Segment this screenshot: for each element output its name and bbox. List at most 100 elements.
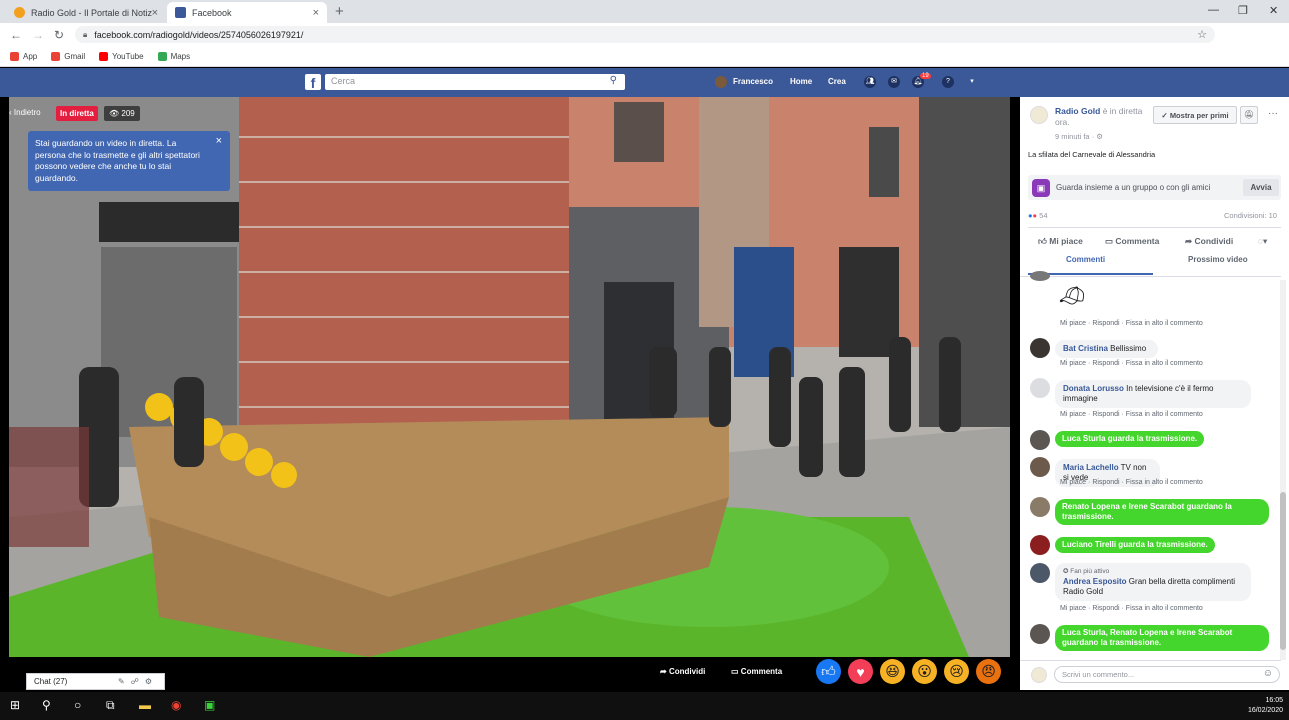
tab-facebook[interactable]: Facebook ×: [167, 2, 327, 23]
scrollbar-thumb[interactable]: [1280, 492, 1286, 650]
tab-next-video[interactable]: Prossimo video: [1188, 255, 1248, 264]
notification-toggle-icon[interactable]: 🔕︎: [1240, 106, 1258, 124]
share-arrow-icon: ➦: [1185, 236, 1193, 246]
search-input[interactable]: Cerca ⚲: [325, 74, 625, 90]
check-icon: ✓: [1161, 110, 1168, 120]
search-icon[interactable]: ⚲: [610, 75, 617, 86]
url-text: facebook.com/radiogold/videos/2574056026…: [94, 29, 304, 40]
forward-icon[interactable]: →: [32, 28, 44, 42]
bookmark-youtube[interactable]: YouTube: [99, 51, 144, 61]
reaction-summary[interactable]: ●● 54: [1028, 211, 1048, 220]
close-tooltip-icon[interactable]: ×: [216, 135, 222, 148]
see-first-button[interactable]: ✓ Mostra per primi: [1153, 106, 1237, 124]
more-options-icon[interactable]: ···: [1268, 108, 1278, 119]
reaction-picker-icon[interactable]: ◌▾: [1258, 236, 1267, 247]
page-avatar[interactable]: [1030, 106, 1048, 124]
windows-search-icon[interactable]: ⚲: [42, 698, 51, 712]
commenter-avatar[interactable]: [1030, 338, 1050, 358]
commenter-avatar[interactable]: [1030, 378, 1050, 398]
chat-tab[interactable]: Chat (27) ✎☍⚙: [26, 673, 165, 690]
top-fan-badge: ✪ Fan più attivo: [1063, 568, 1110, 575]
viewer-avatar[interactable]: [1030, 624, 1050, 644]
wow-reaction-icon[interactable]: 😮︎: [912, 659, 937, 684]
cortana-icon[interactable]: ○: [74, 698, 81, 712]
chrome-icon[interactable]: ◉: [171, 698, 181, 712]
comment-meta: Mi piace · Rispondi · Fissa in alto il c…: [1060, 479, 1203, 486]
sad-reaction-icon[interactable]: 😢︎: [944, 659, 969, 684]
radio-gold-favicon-icon: [14, 7, 25, 18]
page-name-link[interactable]: Radio Gold: [1055, 106, 1100, 116]
apps-grid-icon: [10, 51, 19, 61]
sticker-image: 🧢︎: [1058, 283, 1086, 308]
write-comment-input[interactable]: Scrivi un commento... ☺: [1054, 666, 1280, 683]
love-reaction-icon[interactable]: ♥: [848, 659, 873, 684]
divider: [1020, 276, 1281, 277]
facebook-favicon-icon: [175, 7, 186, 18]
viewer-join-notice: Luca Sturla guarda la trasmissione.: [1055, 431, 1205, 447]
comment-meta: Mi piace · Rispondi · Fissa in alto il c…: [1060, 320, 1203, 327]
back-link[interactable]: ‹ Indietro: [9, 108, 41, 117]
messenger-icon[interactable]: ✉: [888, 76, 900, 88]
friends-icon[interactable]: 👥︎: [864, 76, 876, 88]
maximize-icon[interactable]: ❐: [1238, 4, 1248, 17]
post-time: 9 minuti fa · ⚙: [1055, 132, 1104, 141]
haha-reaction-icon[interactable]: 😆︎: [880, 659, 905, 684]
start-watch-party-button[interactable]: Avvia: [1243, 179, 1279, 196]
user-avatar[interactable]: [715, 76, 727, 88]
divider: [1028, 227, 1281, 228]
comment-action-button[interactable]: ▭ Commenta: [1105, 236, 1159, 247]
close-tab-icon[interactable]: ×: [313, 7, 319, 19]
bookmark-star-icon[interactable]: ☆: [1197, 28, 1207, 41]
create-link[interactable]: Crea: [828, 77, 846, 86]
new-tab-icon[interactable]: +: [335, 3, 344, 20]
bookmark-app[interactable]: App: [10, 51, 37, 61]
share-arrow-icon: ➦: [660, 667, 667, 676]
close-tab-icon[interactable]: ×: [152, 7, 158, 19]
viewer-avatar[interactable]: [1030, 430, 1050, 450]
file-explorer-icon[interactable]: ▬: [139, 698, 151, 712]
viewer-join-notice: Renato Lopena e Irene Scarabot guardano …: [1055, 499, 1269, 525]
minimize-icon[interactable]: —: [1208, 4, 1219, 16]
facebook-logo-icon[interactable]: f: [305, 74, 321, 91]
comment-meta: Mi piace · Rispondi · Fissa in alto il c…: [1060, 360, 1203, 367]
lock-icon: 🔒︎: [83, 29, 88, 39]
angry-reaction-icon[interactable]: 😠︎: [976, 659, 1001, 684]
commenter-avatar[interactable]: [1030, 563, 1050, 583]
tab-comments[interactable]: Commenti: [1066, 255, 1105, 264]
reload-icon[interactable]: ↻: [54, 28, 66, 42]
commenter-avatar[interactable]: [1030, 271, 1050, 281]
user-name-link[interactable]: Francesco: [733, 77, 773, 86]
chat-options-icon[interactable]: ✎☍⚙: [118, 677, 158, 686]
comment-button[interactable]: ▭ Commenta: [731, 667, 782, 676]
bookmarks-bar: App Gmail YouTube Maps: [0, 46, 1289, 67]
system-clock[interactable]: 16:05 16/02/2020: [1248, 696, 1283, 716]
bookmark-maps[interactable]: Maps: [157, 51, 190, 61]
screen: Radio Gold - Il Portale di Notizie × Fac…: [0, 0, 1289, 720]
bookmark-gmail[interactable]: Gmail: [51, 51, 85, 61]
tab-radio-gold[interactable]: Radio Gold - Il Portale di Notizie ×: [6, 2, 166, 23]
home-link[interactable]: Home: [790, 77, 812, 86]
comment-bubble: Bat Cristina Bellissimo: [1055, 340, 1158, 358]
share-action-button[interactable]: ➦ Condividi: [1185, 236, 1233, 247]
video-description: La sfilata del Carnevale di Alessandria: [1028, 150, 1156, 159]
help-icon[interactable]: ?: [942, 76, 954, 88]
url-bar[interactable]: 🔒︎ facebook.com/radiogold/videos/2574056…: [75, 26, 1215, 43]
viewer-avatar[interactable]: [1030, 497, 1050, 517]
emoji-icon[interactable]: ☺: [1263, 668, 1273, 679]
comment-meta: Mi piace · Rispondi · Fissa in alto il c…: [1060, 605, 1203, 612]
share-count[interactable]: Condivisioni: 10: [1224, 211, 1277, 220]
address-bar-row: ← → ↻ 🔒︎ facebook.com/radiogold/videos/2…: [0, 23, 1289, 63]
like-action-button[interactable]: 👍︎ Mi piace: [1038, 236, 1083, 247]
account-menu-icon[interactable]: ▾: [966, 76, 978, 88]
share-button[interactable]: ➦ Condividi: [660, 667, 705, 676]
back-icon[interactable]: ←: [10, 28, 22, 42]
task-view-icon[interactable]: ⧉: [106, 698, 115, 713]
comment-meta: Mi piace · Rispondi · Fissa in alto il c…: [1060, 411, 1203, 418]
commenter-avatar[interactable]: [1030, 457, 1050, 477]
viewer-avatar[interactable]: [1030, 535, 1050, 555]
app-green-icon[interactable]: ▣: [204, 698, 215, 712]
windows-start-icon[interactable]: ⊞: [10, 698, 20, 712]
close-window-icon[interactable]: ✕: [1269, 4, 1278, 17]
like-reaction-icon[interactable]: 👍︎: [816, 659, 841, 684]
comment-icon: ▭: [1105, 236, 1114, 246]
